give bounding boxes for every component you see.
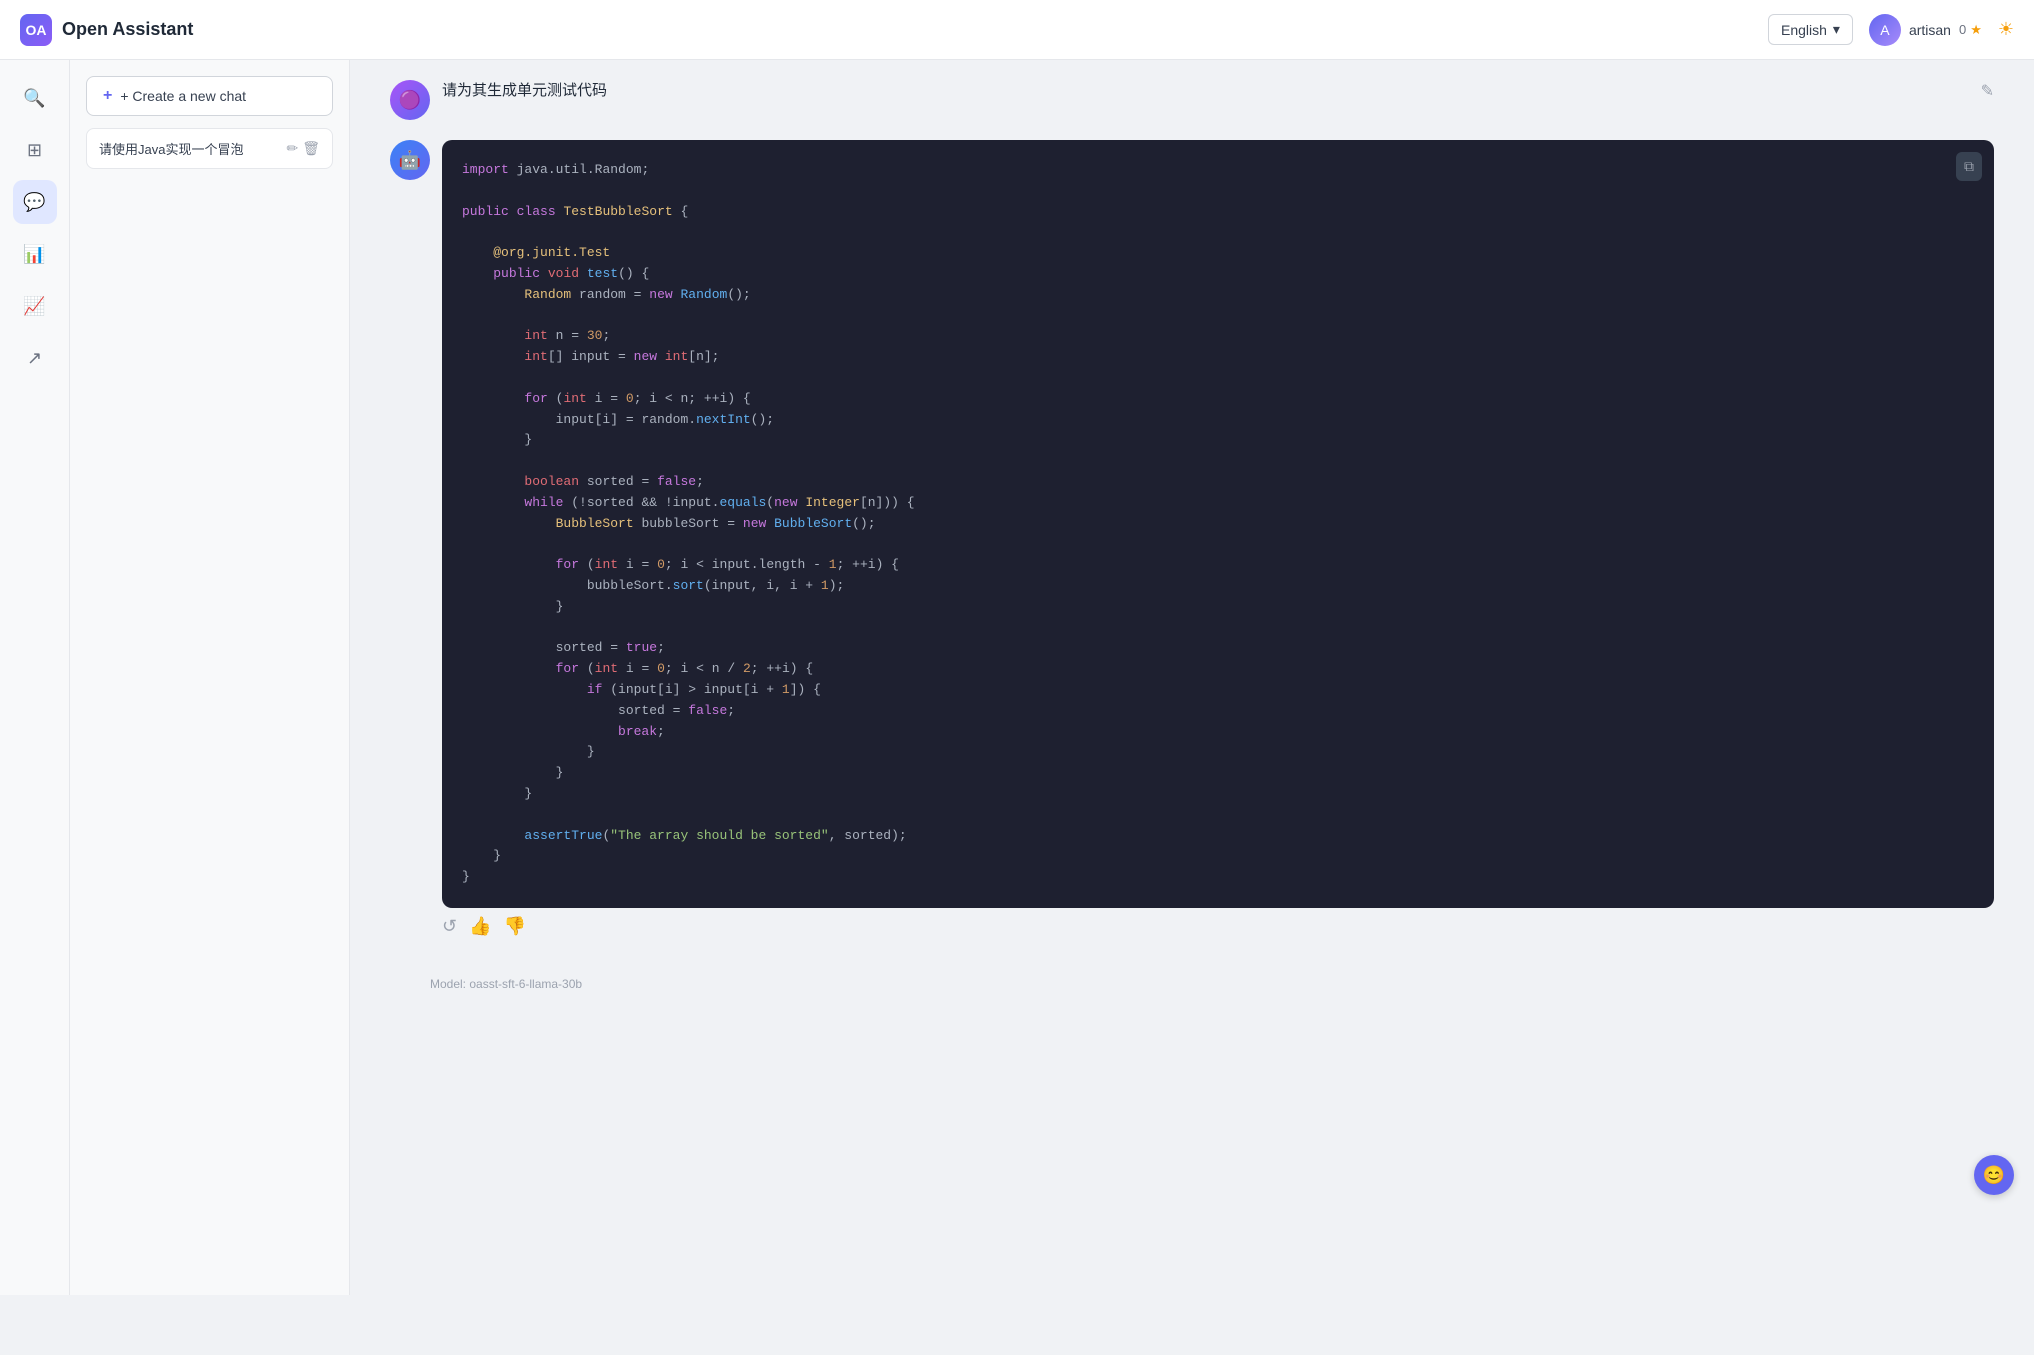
navbar: OA Open Assistant English ▾ A artisan 0 … xyxy=(0,0,2034,60)
icon-sidebar: 🔍 ⊞ 💬 📊 📈 ↗ xyxy=(0,60,70,1295)
message-edit-icon[interactable]: ✎ xyxy=(1981,81,1994,101)
bot-message-content: ⧉ import java.util.Random; public class … xyxy=(442,140,1994,945)
star-count: 0 xyxy=(1959,22,1966,37)
user-message-content: 请为其生成单元测试代码 ✎ xyxy=(442,80,1994,120)
bar-chart-icon: 📊 xyxy=(23,244,45,265)
search-icon: 🔍 xyxy=(23,88,45,109)
list-item[interactable]: 请使用Java实现一个冒泡 ✏ 🗑 xyxy=(86,128,333,169)
refresh-button[interactable]: ↺ xyxy=(442,916,457,937)
navbar-left: OA Open Assistant xyxy=(20,14,193,46)
export-icon: ↗ xyxy=(27,348,42,369)
new-chat-label: + Create a new chat xyxy=(120,88,246,104)
edit-icon[interactable]: ✏ xyxy=(286,140,298,157)
message-header: 请为其生成单元测试代码 ✎ xyxy=(442,80,1994,103)
grid-icon: ⊞ xyxy=(27,140,42,161)
app-layout: 🔍 ⊞ 💬 📊 📈 ↗ + + Create a new chat 请使用Jav… xyxy=(0,60,2034,1295)
user-message-text: 请为其生成单元测试代码 xyxy=(442,80,607,103)
chat-item-actions: ✏ 🗑 xyxy=(286,140,320,157)
delete-icon[interactable]: 🗑 xyxy=(302,140,320,157)
message-toolbar: ↺ 👍 👎 xyxy=(442,908,1994,945)
star-icon: ★ xyxy=(1970,22,1982,38)
sidebar-item-trending[interactable]: 📈 xyxy=(13,284,57,328)
sidebar-item-chart[interactable]: 📊 xyxy=(13,232,57,276)
chat-main: 🟣 请为其生成单元测试代码 ✎ 🤖 ⧉ import java.util.Ran… xyxy=(350,60,2034,1295)
sidebar-item-chat[interactable]: 💬 xyxy=(13,180,57,224)
app-logo: OA xyxy=(20,14,52,46)
app-title: Open Assistant xyxy=(62,19,193,40)
user-avatar: 🟣 xyxy=(390,80,430,120)
language-selector[interactable]: English ▾ xyxy=(1768,14,1853,45)
code-text: import java.util.Random; public class Te… xyxy=(462,160,1974,888)
user-stars: 0 ★ xyxy=(1959,22,1982,38)
sidebar-item-export[interactable]: ↗ xyxy=(13,336,57,380)
sidebar-item-grid[interactable]: ⊞ xyxy=(13,128,57,172)
copy-code-button[interactable]: ⧉ xyxy=(1956,152,1982,181)
feedback-widget[interactable]: 😊 xyxy=(1974,1155,2014,1195)
model-label: Model: oasst-sft-6-llama-30b xyxy=(390,965,1994,1003)
feedback-icon: 😊 xyxy=(1983,1165,2005,1186)
avatar: A xyxy=(1869,14,1901,46)
trending-icon: 📈 xyxy=(23,296,45,317)
sidebar-item-search[interactable]: 🔍 xyxy=(13,76,57,120)
user-section: A artisan 0 ★ xyxy=(1869,14,1982,46)
lang-label: English xyxy=(1781,22,1827,38)
bot-avatar: 🤖 xyxy=(390,140,430,180)
navbar-right: English ▾ A artisan 0 ★ ☀ xyxy=(1768,14,2014,46)
chat-sidebar: + + Create a new chat 请使用Java实现一个冒泡 ✏ 🗑 xyxy=(70,60,350,1295)
dislike-button[interactable]: 👎 xyxy=(504,916,526,937)
chat-item-text: 请使用Java实现一个冒泡 xyxy=(99,139,278,158)
username: artisan xyxy=(1909,22,1951,38)
like-button[interactable]: 👍 xyxy=(469,916,491,937)
bot-message: 🤖 ⧉ import java.util.Random; public clas… xyxy=(390,140,1994,945)
new-chat-button[interactable]: + + Create a new chat xyxy=(86,76,333,116)
user-message: 🟣 请为其生成单元测试代码 ✎ xyxy=(390,80,1994,120)
theme-toggle-icon[interactable]: ☀ xyxy=(1998,19,2014,40)
chat-icon: 💬 xyxy=(23,192,45,213)
chevron-down-icon: ▾ xyxy=(1833,21,1840,38)
chat-content: 🟣 请为其生成单元测试代码 ✎ 🤖 ⧉ import java.util.Ran… xyxy=(350,60,2034,1295)
plus-icon: + xyxy=(103,87,112,105)
code-block: ⧉ import java.util.Random; public class … xyxy=(442,140,1994,908)
avatar-initial: A xyxy=(1880,22,1889,38)
